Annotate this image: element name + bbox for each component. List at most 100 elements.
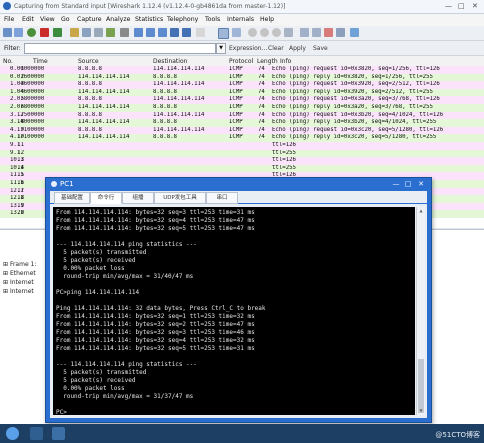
start-capture-icon[interactable] <box>27 28 36 37</box>
column-info[interactable]: Info <box>280 58 291 65</box>
capture-filters-icon[interactable] <box>300 28 309 37</box>
table-row[interactable]: 13 10.1 ttl=126 <box>0 157 484 165</box>
close-icon[interactable]: ✕ <box>472 2 478 10</box>
options-icon[interactable] <box>14 28 23 37</box>
tab-udp-tool[interactable]: UDP发包工具 <box>154 192 206 204</box>
menu-telephony[interactable]: Telephony <box>167 16 198 23</box>
table-row[interactable]: 9 4.17100000 8.8.8.8 114.114.114.114 ICMP 74 E… <box>0 126 484 135</box>
pc-maximize-icon[interactable]: □ <box>403 180 413 188</box>
table-row[interactable]: 8 3.14000000 114.114.114.114 8.8.8.8 ICMP 74 E… <box>0 119 484 127</box>
table-row[interactable]: 1 0.00000000 8.8.8.8 114.114.114.114 ICMP 74 E… <box>0 66 484 74</box>
reload-icon[interactable] <box>106 28 115 37</box>
packet-destination: 8.8.8.8 <box>153 134 177 141</box>
menu-capture[interactable]: Capture <box>77 16 102 23</box>
go-forward-icon[interactable] <box>146 28 155 37</box>
preferences-icon[interactable] <box>336 28 345 37</box>
menu-tools[interactable]: Tools <box>205 16 220 23</box>
packet-destination: 8.8.8.8 <box>153 73 177 80</box>
stop-capture-icon[interactable] <box>40 28 49 37</box>
help-icon[interactable] <box>350 28 359 37</box>
detail-internet[interactable]: ⊞ Internet <box>3 279 34 286</box>
table-row[interactable]: 2 0.01600000 114.114.114.114 8.8.8.8 ICMP 74 E… <box>0 73 484 82</box>
save-file-icon[interactable] <box>82 28 91 37</box>
resize-columns-icon[interactable] <box>284 28 293 37</box>
command-terminal[interactable]: From 114.114.114.114: bytes=32 seq=3 ttl… <box>53 207 415 415</box>
column-length[interactable]: Length <box>257 58 278 65</box>
close-file-icon[interactable] <box>94 28 103 37</box>
table-row[interactable]: 5 2.07800000 8.8.8.8 114.114.114.114 ICMP 74 E… <box>0 96 484 104</box>
maximize-icon[interactable]: □ <box>458 2 465 10</box>
terminal-line: 5 packet(s) transmitted <box>56 249 147 256</box>
menu-view[interactable]: View <box>40 16 55 23</box>
table-row[interactable]: 4 1.04600000 114.114.114.114 8.8.8.8 ICMP 74 E… <box>0 88 484 97</box>
normal-size-icon[interactable] <box>272 28 281 37</box>
menu-edit[interactable]: Edit <box>22 16 34 23</box>
save-filter-button[interactable]: Save <box>313 45 328 52</box>
terminal-line: From 114.114.114.114: bytes=32 seq=2 ttl… <box>56 321 255 328</box>
go-back-icon[interactable] <box>134 28 143 37</box>
colorize-icon[interactable] <box>196 28 205 37</box>
terminal-scrollbar[interactable]: ▲ ▼ <box>416 207 425 415</box>
scroll-down-icon[interactable]: ▼ <box>418 408 424 414</box>
open-file-icon[interactable] <box>70 28 79 37</box>
pc-close-icon[interactable]: ✕ <box>416 180 426 188</box>
clear-button[interactable]: Clear <box>268 45 284 52</box>
scroll-up-icon[interactable]: ▲ <box>418 208 424 214</box>
menu-help[interactable]: Help <box>260 16 274 23</box>
scrollbar-thumb[interactable] <box>418 359 424 413</box>
find-packet-icon[interactable] <box>120 28 129 37</box>
table-row[interactable]: 6 2.07800000 114.114.114.114 8.8.8.8 ICMP 74 E… <box>0 104 484 112</box>
filter-label: Filter: <box>4 45 21 52</box>
expression-button[interactable]: Expression... <box>229 45 267 52</box>
display-filters-icon[interactable] <box>312 28 321 37</box>
packet-time: 1.04600000 <box>10 88 45 95</box>
go-first-icon[interactable] <box>170 28 179 37</box>
coloring-rules-icon[interactable] <box>324 28 333 37</box>
packet-length: 74 <box>258 104 265 110</box>
menu-file[interactable]: File <box>4 16 14 23</box>
packet-time: 9.1 <box>10 149 21 156</box>
restart-capture-icon[interactable] <box>53 28 62 37</box>
table-row[interactable]: 3 1.04600000 8.8.8.8 114.114.114.114 ICMP 74 E… <box>0 81 484 89</box>
colorize-list-icon[interactable] <box>232 28 241 37</box>
tab-serial[interactable]: 串口 <box>206 192 238 204</box>
auto-scroll-icon[interactable] <box>218 28 229 39</box>
table-row[interactable]: 7 3.12500000 8.8.8.8 114.114.114.114 ICMP 74 E… <box>0 111 484 120</box>
packet-destination: 114.114.114.114 <box>153 96 205 103</box>
table-row[interactable]: 14 10.1 ttl=255 <box>0 164 484 173</box>
pc1-title-bar[interactable]: PC1 — □ ✕ <box>46 178 431 190</box>
table-row[interactable]: 10 4.17100000 114.114.114.114 8.8.8.8 ICMP 74… <box>0 134 484 142</box>
menu-statistics[interactable]: Statistics <box>135 16 163 23</box>
go-last-icon[interactable] <box>182 28 191 37</box>
table-row[interactable]: 11 9.1 ttl=126 <box>0 142 484 150</box>
start-icon[interactable] <box>6 427 19 440</box>
column-protocol[interactable]: Protocol <box>229 58 253 65</box>
filter-dropdown-icon[interactable]: ▼ <box>216 43 226 54</box>
tab-basic-config[interactable]: 基础配置 <box>54 192 90 204</box>
tab-command-line[interactable]: 命令行 <box>90 192 122 204</box>
table-row[interactable]: 12 9.1 ttl=255 <box>0 149 484 158</box>
detail-internet-control[interactable]: ⊞ Internet <box>3 288 34 295</box>
filter-toolbar: Filter: ▼ Expression... Clear Apply Save <box>0 41 484 56</box>
packet-length: 74 <box>258 66 265 72</box>
minimize-icon[interactable]: — <box>445 2 452 10</box>
taskbar-app-icon[interactable] <box>30 427 43 440</box>
column-time[interactable]: Time <box>33 58 48 65</box>
pc-minimize-icon[interactable]: — <box>391 180 401 188</box>
zoom-in-icon[interactable] <box>248 28 257 37</box>
detail-frame[interactable]: ⊞ Frame 1: <box>3 261 36 268</box>
zoom-out-icon[interactable] <box>260 28 269 37</box>
column-source[interactable]: Source <box>78 58 99 65</box>
column-no[interactable]: No. <box>3 58 13 65</box>
go-to-packet-icon[interactable] <box>158 28 167 37</box>
interfaces-icon[interactable] <box>3 28 12 37</box>
detail-ethernet[interactable]: ⊞ Ethernet <box>3 270 36 277</box>
apply-button[interactable]: Apply <box>289 45 306 52</box>
taskbar-wireshark-icon[interactable] <box>52 427 65 440</box>
menu-go[interactable]: Go <box>61 16 70 23</box>
filter-input[interactable] <box>24 43 216 54</box>
tab-multicast[interactable]: 组播 <box>122 192 154 204</box>
menu-internals[interactable]: Internals <box>227 16 254 23</box>
menu-analyze[interactable]: Analyze <box>106 16 130 23</box>
column-destination[interactable]: Destination <box>153 58 187 65</box>
